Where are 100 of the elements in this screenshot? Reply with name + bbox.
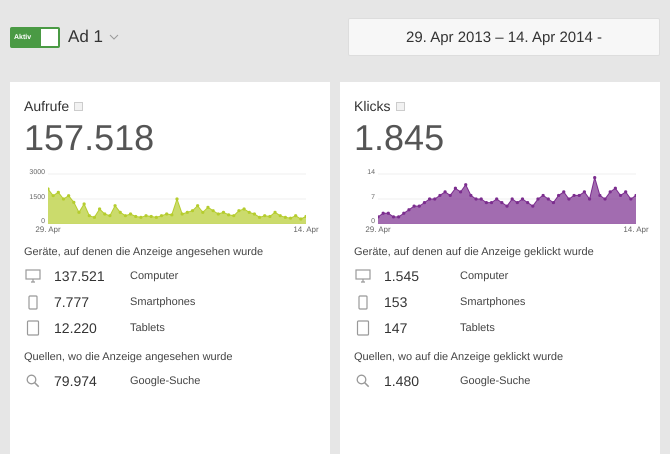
data-point [88,214,91,218]
data-point [206,206,210,209]
data-point [201,210,204,214]
device-label: Tablets [460,322,495,334]
data-point [190,209,194,212]
axis-label: 29. Apr [35,225,61,234]
data-point [546,197,550,201]
data-point [422,200,426,204]
source-label: Google-Suche [460,375,530,387]
data-point [175,197,179,201]
data-point [263,214,266,218]
data-point [154,216,158,219]
monitor-icon [24,269,42,283]
data-point [526,200,530,204]
section-heading: Quellen, wo die Anzeige angesehen wurde [24,351,234,363]
data-point [603,197,607,201]
data-point [98,207,102,211]
data-point [469,194,472,198]
source-count: 1.480 [384,373,420,389]
data-point [392,215,396,218]
data-point [505,204,509,208]
data-point [150,214,153,218]
data-point [598,194,602,198]
tablet-icon [354,320,372,336]
metric-title: Klicks [354,98,391,114]
device-count: 1.545 [384,268,420,284]
data-point [557,194,560,198]
data-point [448,194,452,198]
data-point [128,212,132,216]
data-point [614,186,617,190]
help-icon[interactable] [74,102,84,110]
device-count: 7.777 [54,294,90,310]
data-point [629,197,632,201]
data-point [382,212,385,215]
device-count: 12.220 [54,320,98,336]
data-point [170,213,174,216]
data-point [454,186,457,190]
data-point [216,212,220,216]
data-point [92,216,96,219]
data-point [578,194,581,198]
device-label: Smartphones [460,296,526,308]
data-point [294,214,298,218]
data-point [531,204,534,208]
data-point [552,200,556,204]
data-point [288,216,292,220]
data-point [386,212,390,215]
data-point [588,197,592,201]
data-point [124,214,127,218]
device-label: Tablets [130,322,165,334]
data-point [180,212,184,216]
device-label: Computer [130,270,178,282]
data-point [212,209,215,212]
data-point [52,194,55,198]
data-point [495,197,498,201]
data-point [232,214,236,218]
data-point [582,190,586,194]
data-point [165,212,168,216]
data-point [397,215,400,218]
help-icon[interactable] [396,102,405,110]
data-point [103,212,106,216]
data-point [108,214,112,218]
data-point [593,176,596,180]
data-point [618,194,622,198]
data-point [258,216,262,219]
data-point [407,208,411,212]
source-label: Google-Suche [130,375,200,387]
data-point [196,204,200,208]
search-icon [354,374,372,388]
section-heading: Geräte, auf denen die Anzeige angesehen wurde [24,246,264,258]
date-range-picker[interactable]: 29. Apr 2013 – 14. Apr 2014 - [348,18,660,56]
device-count: 137.521 [54,268,106,284]
data-point [562,190,566,194]
data-point [433,197,436,201]
device-count: 153 [384,294,408,310]
data-point [464,183,468,186]
data-point [402,212,406,215]
data-point [458,190,462,194]
data-point [500,200,504,204]
caret-icon [108,34,119,40]
monitor-icon [354,269,372,283]
data-point [418,204,421,208]
section-heading: Quellen, wo auf die Anzeige geklickt wurde [354,351,564,363]
data-point [144,214,148,218]
data-point [62,197,66,201]
data-point [480,197,483,201]
data-point [278,214,282,218]
data-point [624,190,628,194]
data-point [113,204,117,208]
axis-label: 14. Apr [293,225,319,234]
metric-total: 1.845 [354,118,446,158]
ad-selector[interactable]: Ad 1 [68,27,119,47]
data-point [490,200,494,204]
data-point [520,197,524,201]
data-point [139,216,142,219]
device-label: Smartphones [130,296,196,308]
data-point [72,200,76,204]
data-point [484,200,488,204]
data-point [186,210,189,214]
source-count: 79.974 [54,373,98,389]
data-point [608,190,612,194]
